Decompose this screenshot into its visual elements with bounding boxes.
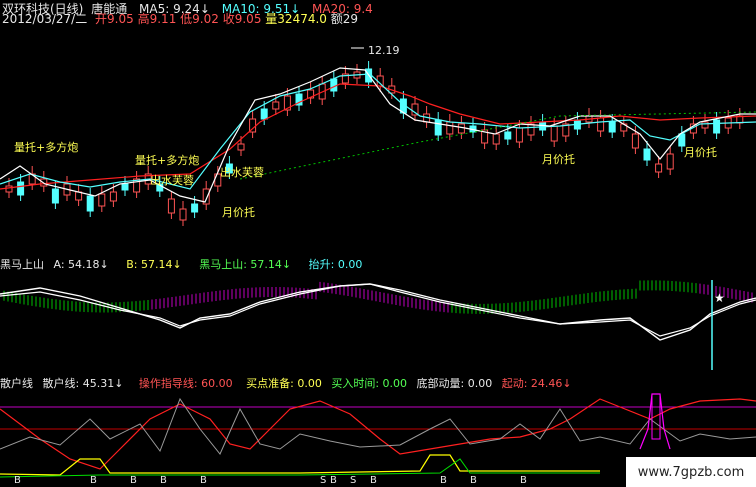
marker-b3: B [130, 475, 137, 486]
candle-body [191, 203, 199, 213]
candle-body [655, 163, 663, 173]
candle-body [51, 188, 59, 204]
marker-s2: S [350, 475, 357, 486]
star-icon: ★ [714, 291, 725, 305]
peak-price-label: 12.19 [368, 44, 400, 57]
candle-body [5, 185, 13, 193]
annotation-3: 出水芙蓉 [150, 174, 194, 187]
candle-body [457, 123, 465, 134]
candle-body [504, 131, 512, 140]
candle-body [86, 195, 94, 212]
candle-body [515, 127, 523, 143]
ma5-line [0, 67, 756, 203]
annotation-4: 出水芙蓉 [220, 166, 264, 179]
candle-body [713, 119, 721, 134]
marker-s1: S [320, 475, 327, 486]
heima-line-b [0, 283, 756, 337]
candle-body [643, 148, 651, 161]
candle-body [121, 183, 129, 191]
marker-b7: B [370, 475, 377, 486]
candle-body [109, 191, 117, 202]
candle-body [666, 153, 674, 170]
candle-body [260, 108, 268, 120]
annotation-7: 月价托 [684, 146, 717, 159]
panel3-header: 散户线 散户线: 45.31↓ 操作指导线: 60.00 买点准备: 0.00 … [0, 375, 572, 390]
candle-body [608, 121, 616, 133]
candle-body [179, 208, 187, 221]
candle-body [446, 121, 454, 135]
candle-body [272, 101, 280, 110]
candle-body [492, 133, 500, 145]
sanhu-line-magenta [639, 393, 671, 450]
marker-b2: B [90, 475, 97, 486]
sanhu-line-yellow [0, 454, 600, 476]
annotation-2: 量托+多方炮 [135, 154, 200, 167]
marker-b10: B [520, 475, 527, 486]
candle-body [597, 117, 605, 132]
candle-body [98, 193, 106, 207]
candle-body [17, 181, 25, 196]
watermark: www.7gpzb.com [626, 457, 756, 487]
candle-body [167, 198, 175, 214]
heima-line-a [0, 283, 756, 341]
panel2-header: 黑马上山 A: 54.18↓ B: 57.14↓ 黑马上山: 57.14↓ 抬升… [0, 256, 362, 271]
header-line-2: 2012/03/27/二 开9.05 高9.11 低9.02 收9.05 量32… [2, 10, 358, 26]
heima-svg: ★ [0, 280, 756, 370]
candle-body [527, 123, 535, 136]
marker-b1: B [14, 475, 21, 486]
candlestick-svg [0, 47, 756, 226]
ma10-line [0, 73, 756, 190]
heima-panel[interactable]: ★ [0, 270, 756, 370]
annotation-5: 月价托 [222, 206, 255, 219]
marker-b5: B [200, 475, 207, 486]
candle-body [550, 125, 558, 142]
candle-body [701, 121, 709, 129]
candlestick-panel[interactable]: 12.19 量托+多方炮 量托+多方炮 出水芙蓉 出水芙蓉 月价托 月价托 月价… [0, 24, 756, 254]
marker-b6: B [330, 475, 337, 486]
candle-body [434, 119, 442, 136]
marker-b4: B [160, 475, 167, 486]
marker-b9: B [470, 475, 477, 486]
candle-body [237, 143, 245, 151]
annotation-1: 量托+多方炮 [14, 141, 79, 154]
candle-body [75, 191, 83, 201]
candle-body [631, 133, 639, 149]
candle-body [330, 78, 338, 92]
annotation-6: 月价托 [542, 153, 575, 166]
marker-b8: B [440, 475, 447, 486]
